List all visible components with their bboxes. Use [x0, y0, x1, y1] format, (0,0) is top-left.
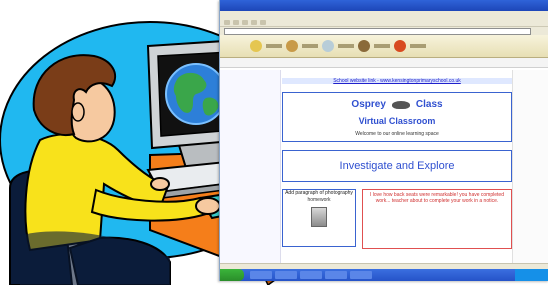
virtual-classroom-heading: Virtual Classroom: [358, 116, 436, 126]
start-button[interactable]: [220, 269, 244, 281]
class-title-right: Class: [415, 99, 443, 110]
notice-text: I love how back seats were remarkable! y…: [370, 192, 504, 204]
right-sidebar: [512, 70, 548, 265]
class-title-left: Osprey: [351, 99, 386, 110]
forward-icon[interactable]: [233, 19, 239, 25]
menu-bar: [220, 11, 548, 18]
breadcrumb: [220, 58, 548, 68]
notice-box: I love how back seats were remarkable! y…: [362, 189, 512, 249]
class-hero-panel: Osprey Class Virtual Classroom Welcome t…: [282, 92, 512, 142]
class-title: Osprey Class: [283, 99, 511, 110]
osprey-bird-icon: [391, 100, 410, 109]
taskbar-item[interactable]: [250, 271, 272, 279]
address-input[interactable]: [224, 27, 531, 35]
explore-panel: Investigate and Explore: [282, 150, 512, 182]
explore-heading: Investigate and Explore: [339, 160, 455, 172]
rocket-image: [311, 207, 327, 227]
stop-icon[interactable]: [242, 19, 248, 25]
taskbar-item[interactable]: [325, 271, 347, 279]
school-website-link[interactable]: School website link - www.kensingtonprim…: [282, 78, 512, 84]
photo-box-sub: homework: [307, 197, 331, 203]
taskbar-item[interactable]: [275, 271, 297, 279]
browser-toolbar: [220, 18, 548, 27]
nav-icon-4[interactable]: [358, 40, 370, 52]
page-content: School website link - www.kensingtonprim…: [282, 70, 512, 249]
boy-hand: [195, 197, 221, 215]
address-bar: [220, 27, 548, 35]
left-sidebar: [220, 70, 281, 265]
home-icon[interactable]: [260, 19, 266, 25]
taskbar-item[interactable]: [300, 271, 322, 279]
nav-icon-1[interactable]: [250, 40, 262, 52]
site-nav-banner: [220, 35, 548, 58]
photo-box-text: Add paragraph of photography: [285, 190, 353, 196]
nav-icon-5[interactable]: [394, 40, 406, 52]
back-icon[interactable]: [224, 19, 230, 25]
nav-icon-2[interactable]: [286, 40, 298, 52]
content-row: Add paragraph of photography homework I …: [282, 189, 512, 249]
refresh-icon[interactable]: [251, 19, 257, 25]
tagline: Welcome to our online learning space: [355, 131, 439, 137]
windows-taskbar: [220, 269, 548, 281]
system-tray: [515, 269, 548, 281]
taskbar-item[interactable]: [350, 271, 372, 279]
browser-screenshot: School website link - www.kensingtonprim…: [219, 0, 548, 281]
photo-homework-box: Add paragraph of photography homework: [282, 189, 356, 247]
nav-icon-3[interactable]: [322, 40, 334, 52]
window-titlebar: [220, 0, 548, 11]
